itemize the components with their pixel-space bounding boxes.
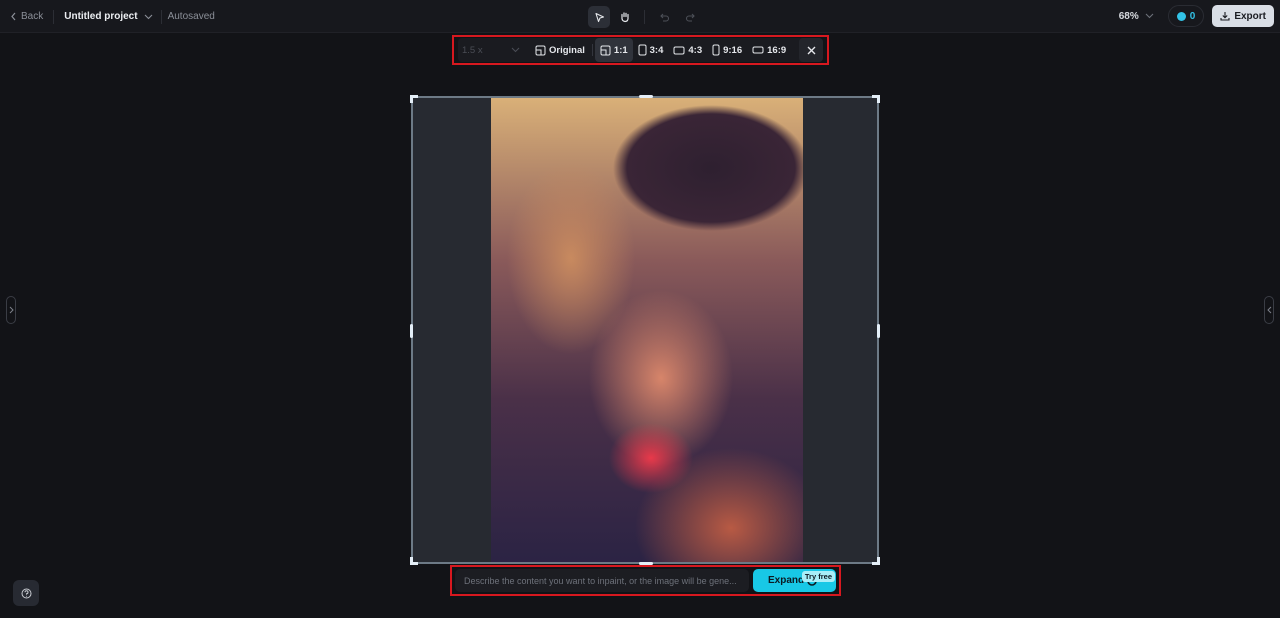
hand-icon — [621, 12, 629, 23]
select-tool-button[interactable] — [588, 6, 610, 28]
ratio-option-3-4[interactable]: 3:4 — [633, 38, 669, 62]
download-icon — [1220, 12, 1230, 21]
inpaint-prompt-input[interactable] — [455, 569, 749, 592]
resize-handle-bottom-right[interactable] — [872, 557, 880, 565]
expand-button[interactable]: Expand Try free — [753, 569, 836, 592]
expand-canvas-frame[interactable] — [410, 95, 880, 565]
back-label: Back — [21, 11, 44, 22]
top-bar: Back Untitled project Autosaved 68% 0 Ex… — [0, 0, 1280, 33]
redo-icon — [685, 13, 695, 22]
export-button[interactable]: Export — [1212, 5, 1274, 27]
undo-icon — [659, 13, 669, 22]
project-title: Untitled project — [64, 11, 138, 22]
ratio-option-4-3[interactable]: 4:3 — [668, 38, 707, 62]
hand-tool-button[interactable] — [614, 6, 636, 28]
ratio-label: 3:4 — [649, 44, 664, 56]
credits-count: 0 — [1189, 10, 1196, 22]
chevron-down-icon — [511, 47, 520, 53]
ratio-label: Original — [549, 44, 585, 56]
close-ratio-toolbar-button[interactable] — [799, 38, 823, 62]
chevron-left-icon — [1266, 306, 1271, 314]
close-icon — [807, 46, 815, 54]
cursor-pointer-icon — [594, 12, 604, 22]
resize-handle-top[interactable] — [639, 95, 653, 98]
ratio-label: 4:3 — [688, 44, 703, 56]
back-button[interactable]: Back — [10, 11, 43, 22]
help-icon — [21, 588, 31, 598]
ratio-option-original[interactable]: Original — [530, 38, 590, 62]
ratio-option-16-9[interactable]: 16:9 — [747, 38, 791, 62]
resize-handle-right[interactable] — [877, 324, 880, 338]
export-label: Export — [1234, 10, 1266, 22]
source-image[interactable] — [491, 98, 803, 562]
chevron-left-icon — [11, 12, 16, 21]
square-ratio-icon — [600, 45, 611, 55]
scale-value: 1.5 x — [462, 44, 483, 56]
resize-handle-left[interactable] — [410, 324, 413, 338]
prompt-bar: Expand Try free — [450, 565, 841, 596]
scale-dropdown[interactable]: 1.5 x — [458, 45, 524, 56]
divider — [160, 9, 162, 24]
ratio-option-9-16[interactable]: 9:16 — [707, 38, 747, 62]
undo-button[interactable] — [653, 6, 675, 28]
redo-button[interactable] — [679, 6, 701, 28]
divider — [591, 44, 593, 56]
resize-handle-top-right[interactable] — [872, 95, 880, 103]
ratio-label: 9:16 — [723, 44, 743, 56]
resize-handle-top-left[interactable] — [410, 95, 418, 103]
right-panel-toggle[interactable] — [1264, 296, 1274, 324]
ratio-option-1-1[interactable]: 1:1 — [594, 38, 633, 62]
expand-label: Expand — [768, 575, 805, 586]
tall-ratio-icon — [712, 44, 720, 56]
ratio-label: 16:9 — [767, 44, 787, 56]
chevron-down-icon — [144, 14, 152, 19]
zoom-level: 68% — [1118, 10, 1139, 22]
portrait-ratio-icon — [638, 44, 647, 56]
credit-coin-icon — [1176, 11, 1186, 21]
aspect-ratio-toolbar: 1.5 x Original 1:1 3:4 4:3 9:16 16:9 — [452, 35, 829, 65]
chevron-right-icon — [9, 306, 14, 314]
resize-handle-bottom-left[interactable] — [410, 557, 418, 565]
ratio-label: 1:1 — [613, 44, 628, 56]
wide-ratio-icon — [752, 46, 764, 54]
zoom-level-dropdown[interactable]: 68% — [1119, 11, 1154, 22]
left-panel-toggle[interactable] — [6, 296, 16, 324]
project-title-menu[interactable]: Untitled project — [64, 11, 152, 22]
landscape-ratio-icon — [673, 46, 685, 54]
help-button[interactable] — [13, 580, 39, 606]
autosave-status: Autosaved — [167, 11, 215, 22]
original-ratio-icon — [535, 45, 546, 55]
divider — [53, 9, 55, 24]
try-free-badge: Try free — [801, 571, 835, 582]
credits-badge[interactable]: 0 — [1167, 5, 1205, 27]
divider — [644, 10, 645, 24]
chevron-down-icon — [1145, 13, 1154, 19]
